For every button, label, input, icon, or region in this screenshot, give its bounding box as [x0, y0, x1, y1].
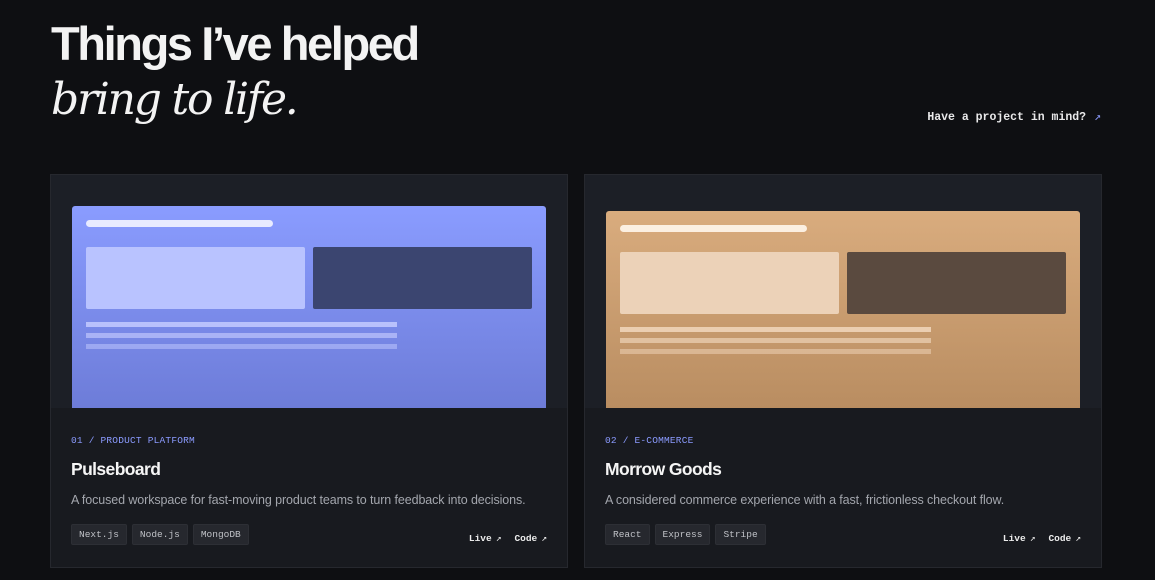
- heading-subtitle: bring to life.: [51, 74, 299, 125]
- mockup-line: [620, 338, 931, 343]
- arrow-up-right-icon: ↗: [1075, 533, 1081, 544]
- code-link-label: Code: [1048, 533, 1072, 544]
- project-preview: [51, 175, 567, 408]
- code-link-label: Code: [514, 533, 538, 544]
- live-link-label: Live: [468, 533, 492, 544]
- project-description: A focused workspace for fast-moving prod…: [71, 493, 526, 507]
- mockup-block: [86, 247, 305, 309]
- live-link[interactable]: Live ↗: [1003, 533, 1036, 544]
- project-category: 01 / PRODUCT PLATFORM: [71, 435, 195, 446]
- mockup-block: [313, 247, 532, 309]
- mockup-line: [86, 344, 397, 349]
- arrow-up-right-icon: ↗: [495, 533, 502, 544]
- live-link-label: Live: [1002, 533, 1026, 544]
- project-preview: [585, 175, 1101, 408]
- code-link[interactable]: Code ↗: [1048, 533, 1081, 544]
- tech-tag: MongoDB: [192, 524, 249, 545]
- tech-tag: React: [605, 524, 650, 545]
- mockup-line: [86, 333, 397, 338]
- arrow-up-right-icon: ↗: [1094, 111, 1101, 124]
- mockup-block: [620, 252, 839, 314]
- tech-tag: Next.js: [71, 524, 127, 545]
- project-card[interactable]: 02 / E-COMMERCE Morrow Goods A considere…: [584, 174, 1102, 568]
- tech-tag: Stripe: [715, 524, 766, 545]
- project-card[interactable]: 01 / PRODUCT PLATFORM Pulseboard A focus…: [50, 174, 568, 568]
- project-links: Live ↗ Code ↗: [469, 533, 547, 544]
- arrow-up-right-icon: ↗: [1029, 533, 1036, 544]
- page-heading: Things I’ve helped bring to life.: [51, 16, 420, 126]
- project-category: 02 / E-COMMERCE: [605, 435, 694, 446]
- project-inquiry-label: Have a project in mind?: [927, 111, 1087, 124]
- project-links: Live ↗ Code ↗: [1003, 533, 1081, 544]
- preview-mockup: [606, 211, 1080, 408]
- heading-title: Things I’ve helped: [51, 17, 420, 70]
- arrow-up-right-icon: ↗: [541, 533, 547, 544]
- live-link[interactable]: Live ↗: [469, 533, 502, 544]
- project-title: Pulseboard: [71, 459, 161, 479]
- tech-tags: React Express Stripe: [605, 524, 766, 545]
- project-description: A considered commerce experience with a …: [605, 493, 1005, 507]
- tech-tag: Express: [654, 524, 711, 545]
- tech-tags: Next.js Node.js MongoDB: [71, 524, 249, 545]
- mockup-line: [620, 327, 931, 332]
- project-inquiry-link[interactable]: Have a project in mind? ↗: [927, 109, 1101, 124]
- mockup-header-bar: [620, 225, 807, 232]
- mockup-header-bar: [86, 220, 273, 227]
- mockup-line: [86, 322, 397, 327]
- preview-mockup: [72, 206, 546, 408]
- tech-tag: Node.js: [131, 524, 188, 545]
- project-title: Morrow Goods: [605, 459, 722, 479]
- mockup-block: [847, 252, 1066, 314]
- code-link[interactable]: Code ↗: [514, 533, 547, 544]
- mockup-line: [620, 349, 931, 354]
